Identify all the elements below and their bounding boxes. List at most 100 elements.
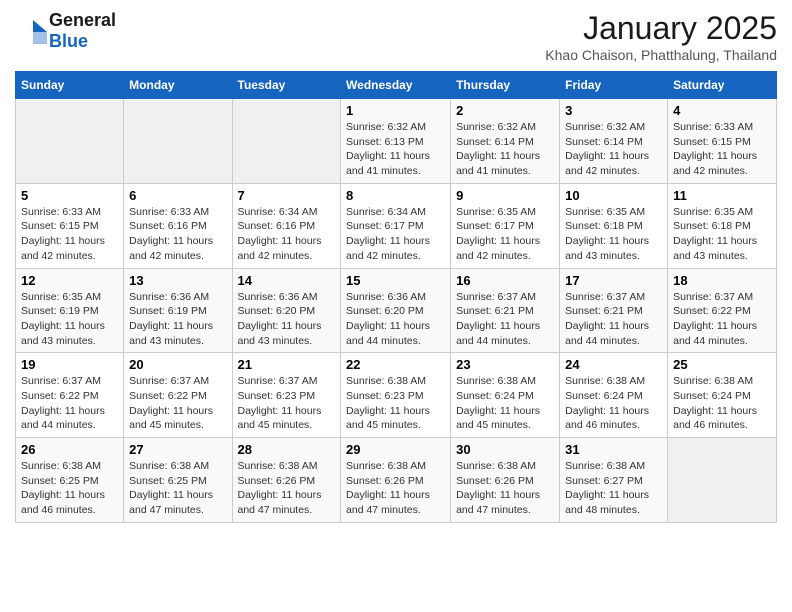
sunrise-text: Sunrise: 6:37 AM (673, 290, 771, 305)
sunrise-text: Sunrise: 6:34 AM (238, 205, 336, 220)
calendar-cell: 11 Sunrise: 6:35 AM Sunset: 6:18 PM Dayl… (668, 183, 777, 268)
sunrise-text: Sunrise: 6:32 AM (565, 120, 662, 135)
sunrise-text: Sunrise: 6:38 AM (673, 374, 771, 389)
calendar-cell: 4 Sunrise: 6:33 AM Sunset: 6:15 PM Dayli… (668, 99, 777, 184)
sunset-text: Sunset: 6:20 PM (346, 304, 445, 319)
day-number: 2 (456, 103, 554, 118)
day-info: Sunrise: 6:38 AM Sunset: 6:24 PM Dayligh… (565, 374, 662, 433)
daylight-text: Daylight: 11 hours and 42 minutes. (238, 234, 336, 263)
day-number: 5 (21, 188, 118, 203)
sunrise-text: Sunrise: 6:37 AM (565, 290, 662, 305)
sunrise-text: Sunrise: 6:38 AM (456, 374, 554, 389)
calendar-cell (668, 438, 777, 523)
day-info: Sunrise: 6:38 AM Sunset: 6:25 PM Dayligh… (21, 459, 118, 518)
sunset-text: Sunset: 6:23 PM (346, 389, 445, 404)
day-number: 17 (565, 273, 662, 288)
sunset-text: Sunset: 6:23 PM (238, 389, 336, 404)
calendar-cell: 7 Sunrise: 6:34 AM Sunset: 6:16 PM Dayli… (232, 183, 341, 268)
calendar-cell: 14 Sunrise: 6:36 AM Sunset: 6:20 PM Dayl… (232, 268, 341, 353)
calendar-cell: 26 Sunrise: 6:38 AM Sunset: 6:25 PM Dayl… (16, 438, 124, 523)
sunset-text: Sunset: 6:22 PM (673, 304, 771, 319)
sunrise-text: Sunrise: 6:35 AM (456, 205, 554, 220)
sunset-text: Sunset: 6:24 PM (565, 389, 662, 404)
day-info: Sunrise: 6:38 AM Sunset: 6:25 PM Dayligh… (129, 459, 226, 518)
day-info: Sunrise: 6:35 AM Sunset: 6:19 PM Dayligh… (21, 290, 118, 349)
calendar-week-2: 5 Sunrise: 6:33 AM Sunset: 6:15 PM Dayli… (16, 183, 777, 268)
day-number: 11 (673, 188, 771, 203)
day-number: 31 (565, 442, 662, 457)
day-number: 16 (456, 273, 554, 288)
daylight-text: Daylight: 11 hours and 43 minutes. (238, 319, 336, 348)
sunrise-text: Sunrise: 6:32 AM (456, 120, 554, 135)
title-section: January 2025 Khao Chaison, Phatthalung, … (545, 10, 777, 63)
sunset-text: Sunset: 6:24 PM (456, 389, 554, 404)
calendar-cell: 13 Sunrise: 6:36 AM Sunset: 6:19 PM Dayl… (124, 268, 232, 353)
daylight-text: Daylight: 11 hours and 42 minutes. (456, 234, 554, 263)
daylight-text: Daylight: 11 hours and 42 minutes. (346, 234, 445, 263)
logo-icon (15, 18, 47, 44)
sunset-text: Sunset: 6:15 PM (21, 219, 118, 234)
daylight-text: Daylight: 11 hours and 43 minutes. (129, 319, 226, 348)
day-number: 21 (238, 357, 336, 372)
sunset-text: Sunset: 6:17 PM (456, 219, 554, 234)
day-info: Sunrise: 6:34 AM Sunset: 6:16 PM Dayligh… (238, 205, 336, 264)
calendar-cell: 22 Sunrise: 6:38 AM Sunset: 6:23 PM Dayl… (341, 353, 451, 438)
daylight-text: Daylight: 11 hours and 47 minutes. (346, 488, 445, 517)
day-number: 22 (346, 357, 445, 372)
calendar-cell: 12 Sunrise: 6:35 AM Sunset: 6:19 PM Dayl… (16, 268, 124, 353)
daylight-text: Daylight: 11 hours and 47 minutes. (238, 488, 336, 517)
sunrise-text: Sunrise: 6:36 AM (346, 290, 445, 305)
daylight-text: Daylight: 11 hours and 42 minutes. (129, 234, 226, 263)
day-number: 12 (21, 273, 118, 288)
sunset-text: Sunset: 6:19 PM (21, 304, 118, 319)
logo: General Blue (15, 10, 116, 52)
day-number: 30 (456, 442, 554, 457)
daylight-text: Daylight: 11 hours and 46 minutes. (21, 488, 118, 517)
day-number: 14 (238, 273, 336, 288)
day-info: Sunrise: 6:35 AM Sunset: 6:18 PM Dayligh… (565, 205, 662, 264)
daylight-text: Daylight: 11 hours and 45 minutes. (129, 404, 226, 433)
sunrise-text: Sunrise: 6:38 AM (565, 459, 662, 474)
sunset-text: Sunset: 6:14 PM (565, 135, 662, 150)
calendar-cell: 31 Sunrise: 6:38 AM Sunset: 6:27 PM Dayl… (560, 438, 668, 523)
day-number: 19 (21, 357, 118, 372)
day-number: 7 (238, 188, 336, 203)
sunrise-text: Sunrise: 6:33 AM (129, 205, 226, 220)
sunrise-text: Sunrise: 6:33 AM (21, 205, 118, 220)
daylight-text: Daylight: 11 hours and 42 minutes. (565, 149, 662, 178)
sunrise-text: Sunrise: 6:38 AM (346, 459, 445, 474)
sunrise-text: Sunrise: 6:34 AM (346, 205, 445, 220)
sunset-text: Sunset: 6:18 PM (565, 219, 662, 234)
sunrise-text: Sunrise: 6:37 AM (238, 374, 336, 389)
calendar-cell: 20 Sunrise: 6:37 AM Sunset: 6:22 PM Dayl… (124, 353, 232, 438)
calendar-cell: 23 Sunrise: 6:38 AM Sunset: 6:24 PM Dayl… (451, 353, 560, 438)
day-number: 9 (456, 188, 554, 203)
day-info: Sunrise: 6:38 AM Sunset: 6:26 PM Dayligh… (456, 459, 554, 518)
daylight-text: Daylight: 11 hours and 45 minutes. (456, 404, 554, 433)
day-info: Sunrise: 6:37 AM Sunset: 6:22 PM Dayligh… (673, 290, 771, 349)
sunrise-text: Sunrise: 6:33 AM (673, 120, 771, 135)
day-number: 6 (129, 188, 226, 203)
calendar-cell: 8 Sunrise: 6:34 AM Sunset: 6:17 PM Dayli… (341, 183, 451, 268)
day-number: 3 (565, 103, 662, 118)
day-number: 26 (21, 442, 118, 457)
sunrise-text: Sunrise: 6:35 AM (673, 205, 771, 220)
sunrise-text: Sunrise: 6:38 AM (21, 459, 118, 474)
calendar-cell: 1 Sunrise: 6:32 AM Sunset: 6:13 PM Dayli… (341, 99, 451, 184)
sunrise-text: Sunrise: 6:35 AM (21, 290, 118, 305)
daylight-text: Daylight: 11 hours and 41 minutes. (346, 149, 445, 178)
calendar-cell: 21 Sunrise: 6:37 AM Sunset: 6:23 PM Dayl… (232, 353, 341, 438)
sunset-text: Sunset: 6:16 PM (238, 219, 336, 234)
sunset-text: Sunset: 6:26 PM (346, 474, 445, 489)
calendar-table: Sunday Monday Tuesday Wednesday Thursday… (15, 71, 777, 523)
daylight-text: Daylight: 11 hours and 46 minutes. (565, 404, 662, 433)
daylight-text: Daylight: 11 hours and 46 minutes. (673, 404, 771, 433)
sunset-text: Sunset: 6:21 PM (565, 304, 662, 319)
calendar-cell: 2 Sunrise: 6:32 AM Sunset: 6:14 PM Dayli… (451, 99, 560, 184)
sunset-text: Sunset: 6:26 PM (456, 474, 554, 489)
day-info: Sunrise: 6:38 AM Sunset: 6:24 PM Dayligh… (456, 374, 554, 433)
day-info: Sunrise: 6:32 AM Sunset: 6:14 PM Dayligh… (456, 120, 554, 179)
daylight-text: Daylight: 11 hours and 42 minutes. (673, 149, 771, 178)
day-info: Sunrise: 6:36 AM Sunset: 6:20 PM Dayligh… (238, 290, 336, 349)
header-monday: Monday (124, 72, 232, 99)
